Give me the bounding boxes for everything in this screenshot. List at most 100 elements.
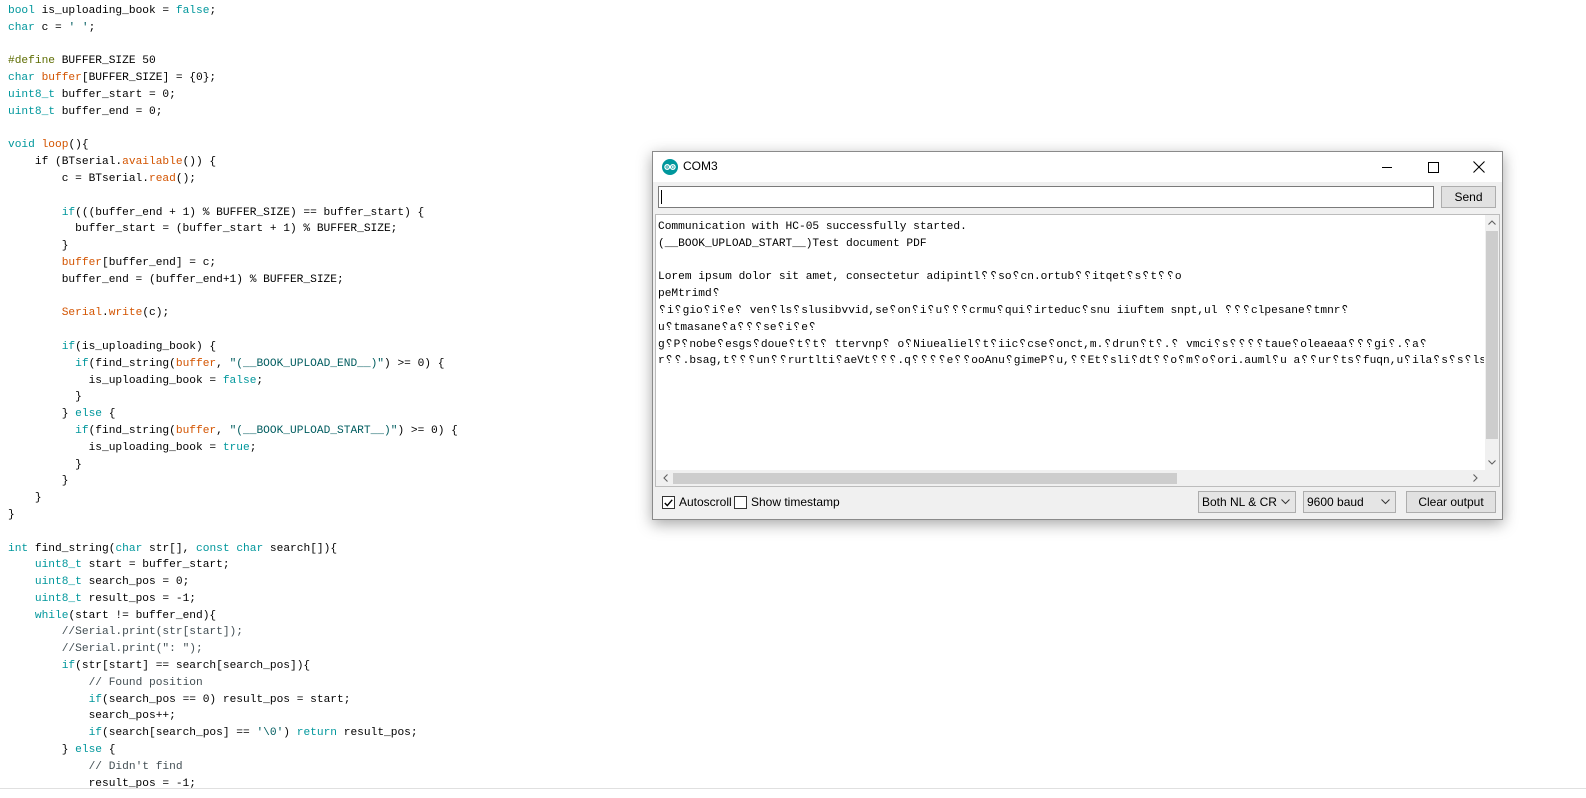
code-line[interactable]: buffer_start = (buffer_start + 1) % BUFF…: [8, 221, 458, 238]
code-line[interactable]: uint8_t buffer_end = 0;: [8, 104, 458, 121]
code-token: result_pos = -1;: [88, 592, 196, 605]
code-token: if: [61, 660, 76, 673]
code-line[interactable]: buffer[buffer_end] = c;: [8, 255, 458, 272]
code-token: else: [75, 744, 102, 757]
output-line: g␦P␦nobe␦esgs␦doue␦t␦t␦ ttervnp␦ o␦Niuea…: [658, 338, 1428, 351]
code-line[interactable]: if(str[start] == search[search_pos]){: [8, 658, 458, 675]
code-line[interactable]: [8, 121, 458, 138]
code-line[interactable]: //Serial.print(str[start]);: [8, 624, 458, 641]
scroll-up-icon[interactable]: [1485, 215, 1499, 229]
line-ending-select[interactable]: Both NL & CR: [1198, 491, 1296, 513]
code-token: buffer_end = 0;: [61, 105, 163, 118]
code-line[interactable]: if(find_string(buffer, "(__BOOK_UPLOAD_S…: [8, 423, 458, 440]
code-token: }: [8, 408, 76, 421]
code-token: ): [283, 727, 297, 740]
code-token: //Serial.print(": ");: [61, 643, 203, 656]
code-token: uint8_t: [34, 559, 82, 572]
autoscroll-checkbox[interactable]: [662, 496, 675, 509]
code-line[interactable]: uint8_t result_pos = -1;: [8, 591, 458, 608]
code-line[interactable]: //Serial.print(": ");: [8, 641, 458, 658]
scroll-down-icon[interactable]: [1485, 455, 1499, 469]
show-timestamp-label[interactable]: Show timestamp: [751, 495, 840, 509]
code-token: ;: [249, 441, 257, 454]
autoscroll-label[interactable]: Autoscroll: [679, 495, 732, 509]
code-line[interactable]: uint8_t buffer_start = 0;: [8, 87, 458, 104]
code-line[interactable]: c = BTserial.read();: [8, 171, 458, 188]
send-button[interactable]: Send: [1441, 186, 1496, 208]
close-button[interactable]: [1456, 152, 1502, 182]
code-token: BUFFER_SIZE 50: [61, 55, 156, 68]
code-line[interactable]: }: [8, 473, 458, 490]
code-line[interactable]: [8, 524, 458, 541]
code-line[interactable]: [8, 289, 458, 306]
code-line[interactable]: uint8_t search_pos = 0;: [8, 574, 458, 591]
code-line[interactable]: }: [8, 507, 458, 524]
code-line[interactable]: result_pos = -1;: [8, 776, 458, 793]
code-line[interactable]: }: [8, 389, 458, 406]
title-bar[interactable]: COM3: [653, 152, 1502, 182]
code-line[interactable]: while(start != buffer_end){: [8, 608, 458, 625]
output-line: Communication with HC-05 successfully st…: [658, 221, 967, 233]
code-line[interactable]: buffer_end = (buffer_end+1) % BUFFER_SIZ…: [8, 272, 458, 289]
code-line[interactable]: // Found position: [8, 675, 458, 692]
clear-output-button[interactable]: Clear output: [1406, 491, 1496, 513]
code-line[interactable]: if (BTserial.available()) {: [8, 154, 458, 171]
code-token: find_string(: [34, 542, 116, 555]
serial-output[interactable]: Communication with HC-05 successfully st…: [655, 214, 1500, 487]
code-line[interactable]: if(search[search_pos] == '\0') return re…: [8, 725, 458, 742]
code-line[interactable]: is_uploading_book = true;: [8, 440, 458, 457]
vertical-scroll-thumb[interactable]: [1486, 231, 1498, 439]
maximize-button[interactable]: [1410, 152, 1456, 182]
code-token: (start != buffer_end){: [68, 609, 217, 622]
baud-rate-select[interactable]: 9600 baud: [1303, 491, 1396, 513]
scroll-right-icon[interactable]: [1468, 471, 1482, 485]
code-line[interactable]: }: [8, 238, 458, 255]
code-token: const: [196, 542, 230, 555]
code-token: ;: [256, 374, 264, 387]
code-token: start = buffer_start;: [88, 559, 230, 572]
code-line[interactable]: if(is_uploading_book) {: [8, 339, 458, 356]
code-line[interactable]: [8, 322, 458, 339]
code-line[interactable]: // Didn't find: [8, 759, 458, 776]
code-line[interactable]: bool is_uploading_book = false;: [8, 3, 458, 20]
code-token: false: [175, 5, 210, 17]
code-line[interactable]: if(((buffer_end + 1) % BUFFER_SIZE) == b…: [8, 205, 458, 222]
vertical-scrollbar[interactable]: [1485, 215, 1499, 470]
show-timestamp-checkbox[interactable]: [734, 496, 747, 509]
code-line[interactable]: [8, 188, 458, 205]
code-line[interactable]: if(find_string(buffer, "(__BOOK_UPLOAD_E…: [8, 356, 458, 373]
code-line[interactable]: }: [8, 490, 458, 507]
code-line[interactable]: Serial.write(c);: [8, 305, 458, 322]
code-line[interactable]: [8, 37, 458, 54]
code-line[interactable]: } else {: [8, 406, 458, 423]
code-line[interactable]: if(search_pos == 0) result_pos = start;: [8, 692, 458, 709]
code-line[interactable]: #define BUFFER_SIZE 50: [8, 53, 458, 70]
minimize-button[interactable]: [1364, 152, 1410, 182]
code-line[interactable]: search_pos++;: [8, 708, 458, 725]
code-line[interactable]: }: [8, 457, 458, 474]
editor-bottom-border: [0, 788, 1586, 789]
code-token: uint8_t: [8, 105, 55, 118]
code-line[interactable]: int find_string(char str[], const char s…: [8, 541, 458, 558]
code-line[interactable]: uint8_t start = buffer_start;: [8, 557, 458, 574]
code-line[interactable]: void loop(){: [8, 137, 458, 154]
code-token: "(__BOOK_UPLOAD_START__)": [229, 424, 398, 437]
horizontal-scrollbar[interactable]: [656, 470, 1485, 486]
code-line[interactable]: char buffer[BUFFER_SIZE] = {0};: [8, 70, 458, 87]
scroll-left-icon[interactable]: [658, 471, 672, 485]
code-token: // Didn't find: [88, 760, 183, 773]
horizontal-scroll-thumb[interactable]: [673, 473, 1177, 484]
code-line[interactable]: } else {: [8, 742, 458, 759]
code-line[interactable]: char c = ' ';: [8, 20, 458, 37]
code-text[interactable]: bool is_uploading_book = false; char c = …: [8, 3, 458, 792]
send-input[interactable]: [658, 186, 1434, 208]
code-line[interactable]: is_uploading_book = false;: [8, 373, 458, 390]
